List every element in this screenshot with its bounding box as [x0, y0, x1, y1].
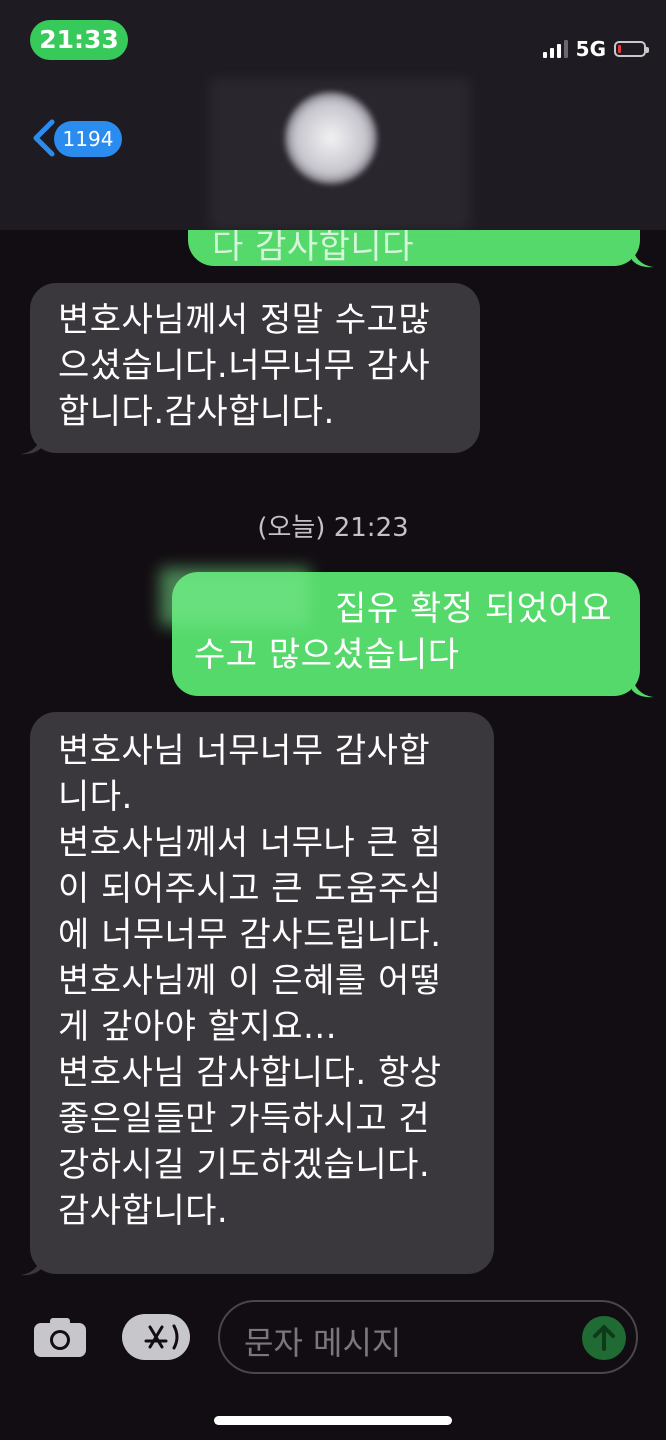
message-line: 에 너무너무 감사드립니다.	[58, 915, 442, 955]
message-input[interactable]: 문자 메시지	[218, 1300, 638, 1374]
app-store-icon	[144, 1324, 179, 1350]
message-line: 이 되어주시고 큰 도움주심	[58, 869, 442, 909]
message-line: 변호사님께서 너무나 큰 힘	[58, 823, 442, 863]
message-input-placeholder: 문자 메시지	[244, 1324, 402, 1362]
battery-icon	[614, 41, 649, 57]
message-line: 좋은일들만 가득하시고 건	[58, 1099, 431, 1139]
message-line: 으셨습니다.너무너무 감사	[58, 346, 431, 386]
bubble-tail	[20, 433, 42, 455]
message-line: 합니다.감사합니다.	[58, 392, 335, 432]
message-line: 변호사님께 이 은혜를 어떻	[58, 961, 442, 1001]
message-line: 강하시길 기도하겠습니다.	[58, 1145, 431, 1185]
incoming-message[interactable]: 변호사님께서 정말 수고많 으셨습니다.너무너무 감사 합니다.감사합니다.	[30, 283, 480, 453]
bubble-tail	[632, 246, 654, 268]
arrow-up-icon	[593, 1325, 615, 1351]
status-indicators: 5G	[542, 34, 649, 64]
contact-avatar[interactable]	[285, 92, 377, 184]
app-store-button[interactable]	[122, 1314, 190, 1360]
message-line: 변호사님 너무너무 감사합	[58, 731, 431, 771]
messages-screen: 21:33 5G 1194 다 감사합니다 변호사님께서 정말 수고많 으셨습니…	[0, 0, 666, 1440]
conversation-header: 21:33 5G 1194	[0, 0, 666, 230]
message-text: 다 감사합니다	[212, 227, 414, 266]
message-line: 게 갚아야 할지요...	[58, 1007, 337, 1047]
message-line: 니다.	[58, 777, 133, 817]
status-time[interactable]: 21:33	[30, 20, 128, 60]
network-type: 5G	[575, 37, 606, 61]
message-line: 변호사님 감사합니다. 항상	[58, 1053, 442, 1093]
bubble-tail	[632, 676, 654, 698]
redacted-text-blur	[160, 568, 310, 626]
bubble-tail	[20, 1254, 42, 1276]
message-line: 수고 많으셨습니다	[194, 635, 460, 675]
home-indicator[interactable]	[214, 1416, 452, 1425]
cellular-signal-icon	[542, 40, 568, 58]
incoming-message[interactable]: 변호사님 너무너무 감사합 니다. 변호사님께서 너무나 큰 힘 이 되어주시고…	[30, 712, 494, 1274]
message-line: 감사합니다.	[58, 1191, 229, 1231]
conversation-timestamp: (오늘) 21:23	[257, 513, 409, 543]
camera-icon[interactable]	[32, 1315, 88, 1359]
send-button[interactable]	[582, 1316, 626, 1360]
message-line: 변호사님께서 정말 수고많	[58, 300, 431, 340]
battery-level	[618, 45, 621, 53]
back-unread-badge[interactable]: 1194	[54, 121, 122, 157]
